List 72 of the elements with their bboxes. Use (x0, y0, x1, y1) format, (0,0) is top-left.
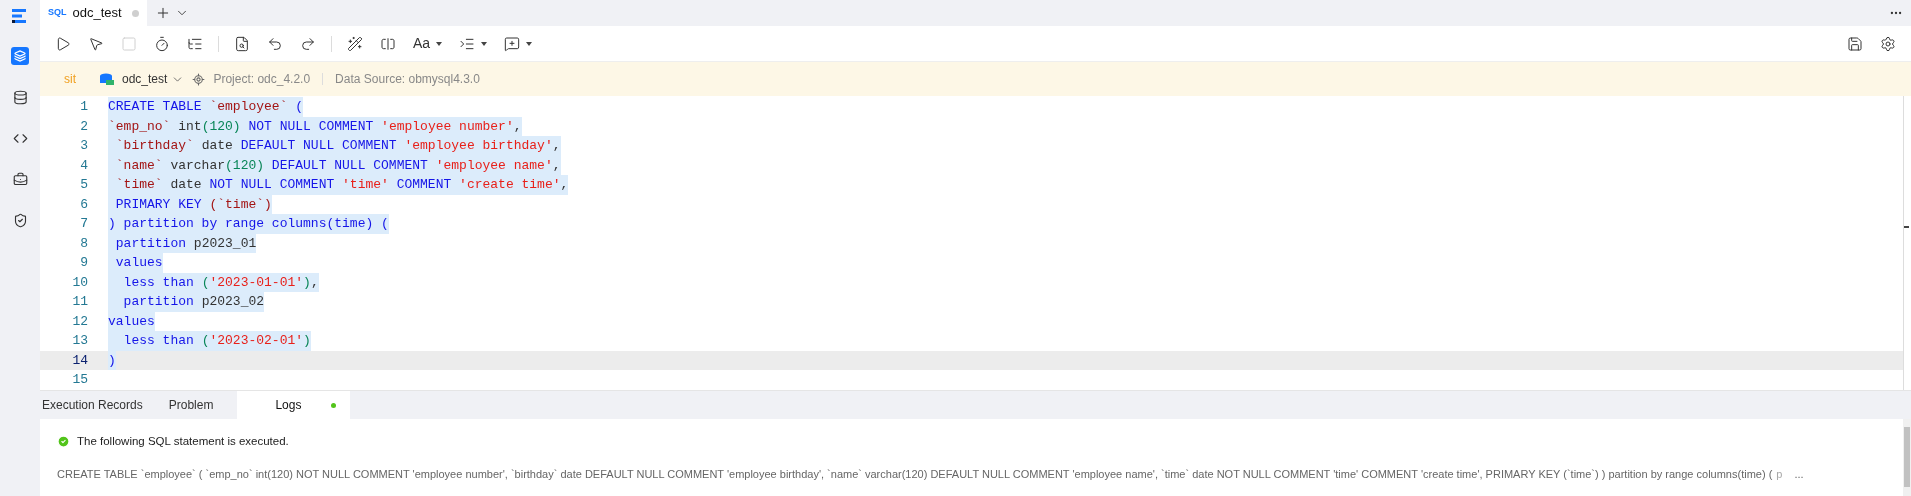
format-icon (380, 35, 396, 52)
line-number: 1 (79, 98, 89, 116)
database-icon (100, 72, 114, 86)
code-text: `birthday` date DEFAULT NULL COMMENT 'employee birthday', (108, 136, 561, 156)
sql-label: SQL (48, 6, 67, 20)
code-text: less than ('2023-02-01') (108, 331, 311, 351)
code-text: values (108, 253, 163, 273)
project-label: Project: odc_4.2.0 (213, 71, 311, 88)
log-sql-text: CREATE TABLE `employee` ( `emp_no` int(120) NOT NULL COMMENT 'employee number', `birthday` date DEFAULT NULL COMMENT 'employee birthday', `name` varchar(120) DEFAULT NULL COMMENT 'employee name', `time` date NOT NULL COMMENT 'time' COMMENT 'create time', PRIMARY KEY (`time`) ) partition by range columns(time) ( (57, 467, 1773, 483)
line-number: 8 (79, 234, 89, 253)
redo-icon (300, 35, 316, 52)
save-icon (1847, 35, 1863, 52)
undo-icon (267, 35, 283, 52)
code-text: `name` varchar(120) DEFAULT NULL COMMENT 'employee name', (108, 155, 561, 175)
line-number: 4 (79, 156, 89, 175)
data-source-label: Data Source: obmysql4.3.0 (335, 71, 480, 88)
run-icon (55, 35, 71, 52)
line-number: 11 (71, 293, 89, 311)
line-number: 6 (79, 195, 89, 214)
file-search-icon (234, 35, 250, 52)
line-number: 14 (71, 351, 89, 370)
line-number: 5 (79, 176, 89, 194)
line-number: 9 (79, 254, 89, 272)
briefcase-icon (12, 171, 28, 187)
layers-icon (14, 50, 26, 62)
layers-nav-button[interactable] (11, 47, 29, 65)
timer-icon (154, 35, 170, 52)
code-text: PRIMARY KEY (`time`) (108, 194, 272, 214)
line-number: 3 (79, 137, 89, 155)
stop-icon (121, 35, 137, 52)
panel-tab[interactable]: Logs (237, 391, 351, 419)
line-number: 12 (71, 312, 89, 331)
line-number: 13 (71, 332, 89, 350)
font-button[interactable]: Aa (407, 29, 449, 58)
scroll-thumb[interactable] (1904, 427, 1910, 487)
database-icon (12, 89, 28, 105)
environment-label: sit (64, 71, 76, 88)
log-message: The following SQL statement is executed. (77, 434, 289, 449)
code-text: partition p2023_01 (108, 233, 257, 253)
more-link[interactable]: ... (1794, 466, 1804, 483)
shield-icon (12, 212, 28, 228)
target-icon (192, 72, 206, 86)
caret-icon (436, 41, 443, 46)
code-text: ) (108, 350, 116, 370)
faded-text: p (1776, 467, 1783, 483)
code-text: values (108, 311, 155, 331)
line-number: 2 (79, 117, 89, 136)
editor-tab[interactable]: SQL odc_test (40, 0, 147, 26)
code-text: partition p2023_02 (108, 292, 265, 312)
settings-icon (1880, 35, 1896, 52)
caret-icon (481, 41, 488, 46)
toolbox-nav-button[interactable] (11, 170, 29, 188)
comment-icon (504, 35, 521, 52)
panel-tab[interactable]: Problem (166, 391, 216, 419)
caret-icon (526, 41, 533, 46)
success-icon (57, 435, 70, 449)
magic-wand-icon (347, 35, 363, 52)
code-text: `time` date NOT NULL COMMENT 'time' COMMENT 'create time', (108, 175, 569, 195)
panel-tab[interactable]: Execution Records (40, 391, 145, 419)
code-text: ) partition by range columns(time) ( (108, 214, 389, 234)
code-text: `emp_no` int(120) NOT NULL COMMENT 'employee number', (108, 116, 522, 136)
line-number: 7 (79, 215, 89, 233)
database-name[interactable]: odc_test (122, 70, 168, 88)
code-text: CREATE TABLE `employee` ( (108, 97, 304, 117)
logo-icon (12, 8, 28, 24)
line-number: 15 (71, 371, 89, 389)
pointer-icon (88, 35, 104, 52)
tab-title: odc_test (72, 4, 122, 23)
code-text: less than ('2023-01-01'), (108, 272, 319, 292)
line-number: 10 (71, 273, 89, 292)
database-nav-button[interactable] (11, 88, 29, 106)
scroll-marker (1904, 226, 1909, 228)
